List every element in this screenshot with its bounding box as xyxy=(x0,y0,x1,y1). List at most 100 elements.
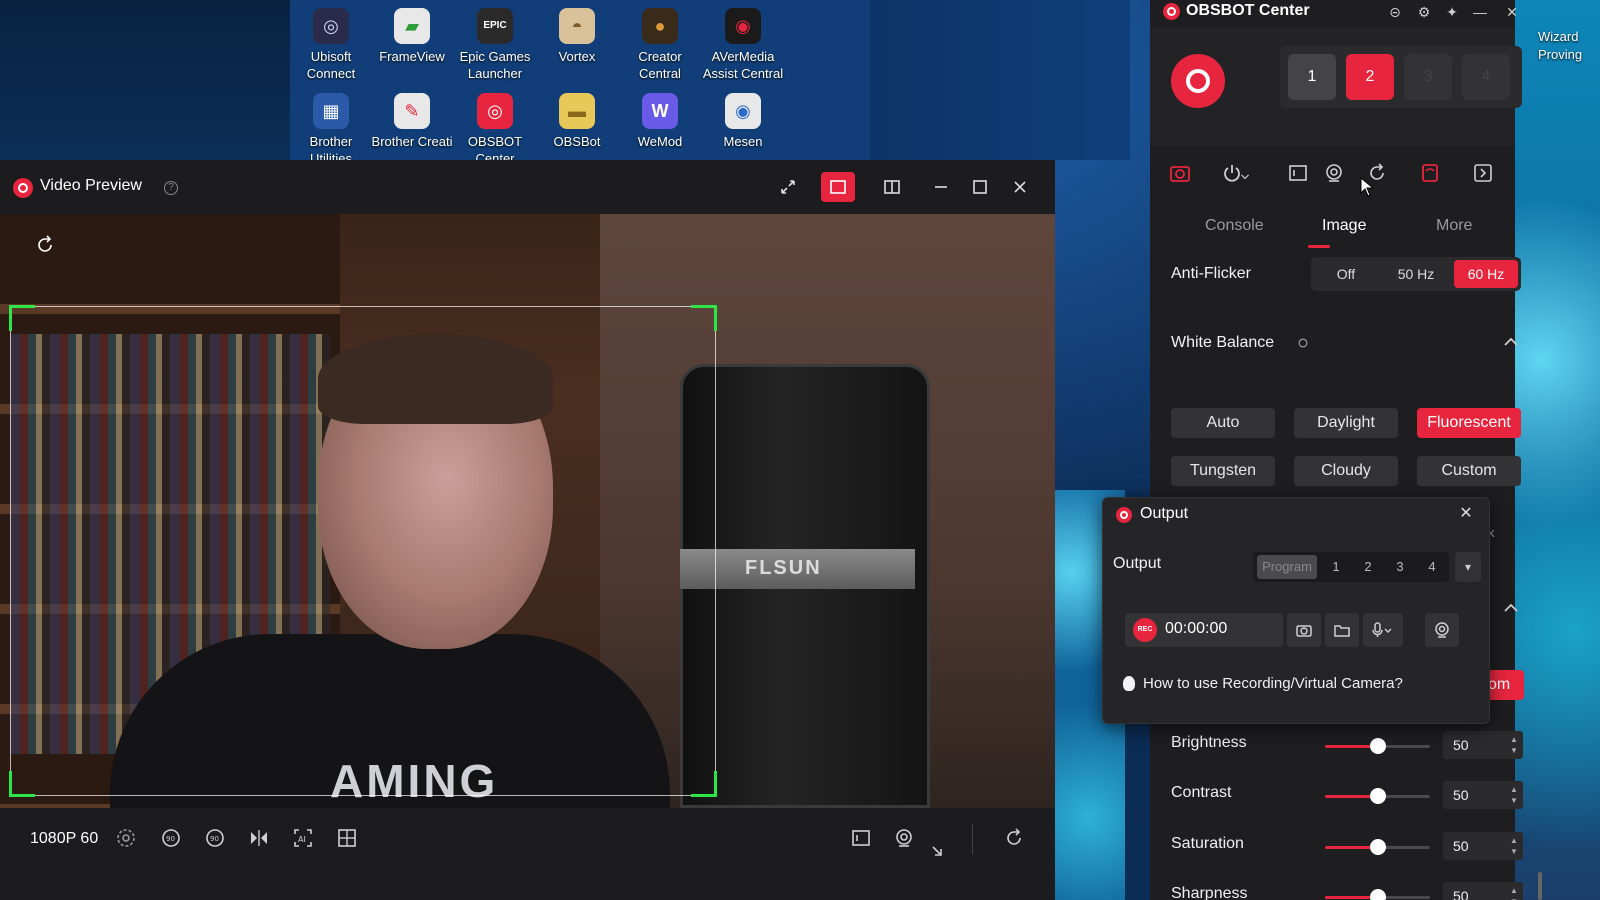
desktop-icon[interactable]: ◓ Vortex xyxy=(536,0,618,65)
virtual-camera-icon[interactable] xyxy=(1321,160,1347,186)
feedback-icon[interactable]: ⊝ xyxy=(1385,2,1405,22)
tab-console[interactable]: Console xyxy=(1205,217,1264,235)
split-view-button[interactable] xyxy=(875,172,909,202)
slider-track[interactable] xyxy=(1325,738,1430,754)
slider-knob[interactable] xyxy=(1369,889,1386,900)
wb-tungsten-button[interactable]: Tungsten xyxy=(1171,456,1275,486)
output-program[interactable]: Program xyxy=(1257,555,1317,579)
slider-knob[interactable] xyxy=(1369,788,1386,804)
desktop-icon[interactable]: ◉ Mesen xyxy=(702,85,784,150)
rotate-right-icon[interactable]: 90 xyxy=(199,822,231,854)
slot-2-button[interactable]: 2 xyxy=(1346,54,1394,100)
desktop-icon[interactable]: ◎ Ubisoft Connect xyxy=(290,0,372,82)
maximize-button[interactable] xyxy=(963,172,997,202)
anti-flicker-50hz[interactable]: 50 Hz xyxy=(1384,260,1448,288)
chevron-down-icon[interactable] xyxy=(1238,170,1252,184)
scrollbar-thumb[interactable] xyxy=(1538,872,1542,900)
gear-icon[interactable]: ⚙ xyxy=(1414,2,1434,22)
collapse-panel-icon[interactable] xyxy=(1470,160,1496,186)
desktop-icon[interactable]: ▬ OBSBot xyxy=(536,85,618,150)
ai-frame-icon[interactable]: AI xyxy=(287,822,319,854)
record-panel-icon[interactable] xyxy=(1285,160,1311,186)
desktop-icon[interactable]: ▦ Brother Utilities xyxy=(290,85,372,167)
tab-image[interactable]: Image xyxy=(1322,217,1366,235)
minimize-icon[interactable]: — xyxy=(1470,2,1490,22)
slider-track[interactable] xyxy=(1325,889,1430,900)
rotate-left-icon[interactable]: 90 xyxy=(155,822,187,854)
stepper-arrows-icon[interactable]: ▲▼ xyxy=(1509,784,1519,806)
record-button[interactable]: REC 00:00:00 xyxy=(1125,613,1283,647)
virtual-camera-icon[interactable] xyxy=(888,822,920,854)
slot-1-button[interactable]: 1 xyxy=(1288,54,1336,100)
single-view-button[interactable] xyxy=(821,172,855,202)
wb-fluorescent-button[interactable]: Fluorescent xyxy=(1417,408,1521,438)
desktop-icon-label: WeMod xyxy=(637,134,683,149)
close-button[interactable] xyxy=(1003,172,1037,202)
close-icon[interactable]: ✕ xyxy=(1455,503,1477,525)
snapshot-camera-icon[interactable] xyxy=(1167,160,1193,186)
anti-flicker-60hz[interactable]: 60 Hz xyxy=(1454,260,1518,288)
slider-track[interactable] xyxy=(1325,839,1430,855)
tab-more[interactable]: More xyxy=(1436,217,1472,235)
reset-view-icon[interactable] xyxy=(34,234,56,256)
minimize-button[interactable] xyxy=(924,172,958,202)
slider-knob[interactable] xyxy=(1369,738,1386,754)
virtual-camera-button[interactable] xyxy=(1425,613,1459,647)
record-panel-icon[interactable] xyxy=(845,822,877,854)
stepper-arrows-icon[interactable]: ▲▼ xyxy=(1509,835,1519,857)
settings-gear-icon[interactable] xyxy=(110,822,142,854)
stepper-arrows-icon[interactable]: ▲▼ xyxy=(1509,734,1519,756)
slider-value-input[interactable]: 50 ▲▼ xyxy=(1443,832,1523,860)
help-icon[interactable]: ? xyxy=(164,181,178,195)
wb-daylight-button[interactable]: Daylight xyxy=(1294,408,1398,438)
wb-cloudy-button[interactable]: Cloudy xyxy=(1294,456,1398,486)
fullscreen-button[interactable] xyxy=(771,172,805,202)
slider-value-input[interactable]: 50 ▲▼ xyxy=(1443,731,1523,759)
output-3[interactable]: 3 xyxy=(1385,555,1415,579)
partial-custom-button[interactable]: om xyxy=(1488,670,1524,700)
reset-white-balance-icon[interactable] xyxy=(1296,336,1314,354)
desktop-icon[interactable]: ● Creator Central xyxy=(619,0,701,82)
slider-track[interactable] xyxy=(1325,788,1430,804)
sleep-mode-icon[interactable] xyxy=(1417,160,1443,186)
slider-value-input[interactable]: 50 ▲▼ xyxy=(1443,781,1523,809)
output-2[interactable]: 2 xyxy=(1353,555,1383,579)
desktop-icon[interactable]: ◉ AVerMedia Assist Central xyxy=(702,0,784,82)
wb-custom-button[interactable]: Custom xyxy=(1417,456,1521,486)
anti-flicker-off[interactable]: Off xyxy=(1314,260,1378,288)
desktop-icon[interactable]: ▰ FrameView xyxy=(371,0,453,65)
open-folder-button[interactable] xyxy=(1325,613,1359,647)
mouse-cursor-icon xyxy=(1360,177,1374,197)
slider-value-input[interactable]: 50 ▲▼ xyxy=(1443,882,1523,900)
reset-icon[interactable] xyxy=(998,822,1030,854)
output-1[interactable]: 1 xyxy=(1321,555,1351,579)
desktop-icon[interactable]: ◎ OBSBOT Center xyxy=(454,85,536,167)
desktop-icon-wizard[interactable]: Wizard Proving xyxy=(1538,28,1600,64)
stepper-arrows-icon[interactable]: ▲▼ xyxy=(1509,885,1519,900)
expand-corner-icon[interactable] xyxy=(922,836,954,868)
wb-auto-button[interactable]: Auto xyxy=(1171,408,1275,438)
recording-help-link[interactable]: How to use Recording/Virtual Camera? xyxy=(1143,675,1403,692)
output-4[interactable]: 4 xyxy=(1417,555,1447,579)
resolution-label[interactable]: 1080P 60 xyxy=(30,830,98,848)
desktop-icon[interactable]: EPIC Epic Games Launcher xyxy=(454,0,536,82)
grid-icon[interactable] xyxy=(331,822,363,854)
video-feed[interactable]: FLSUN AMING xyxy=(0,214,1055,808)
slider-knob[interactable] xyxy=(1369,839,1386,855)
close-icon[interactable]: ✕ xyxy=(1502,2,1522,22)
video-preview-titlebar[interactable]: Video Preview ? xyxy=(0,160,1055,214)
slot-3-button[interactable]: 3 xyxy=(1404,54,1452,100)
desktop-icon[interactable]: W WeMod xyxy=(619,85,701,150)
chevron-up-icon[interactable] xyxy=(1502,599,1520,617)
microphone-button[interactable] xyxy=(1363,613,1403,647)
mirror-icon[interactable] xyxy=(243,822,275,854)
slot-4-button[interactable]: 4 xyxy=(1462,54,1510,100)
obsbot-titlebar[interactable]: OBSBOT Center ⊝ ⚙ ✦ — ✕ xyxy=(1150,0,1518,28)
chevron-up-icon[interactable] xyxy=(1502,333,1520,351)
chevron-down-icon[interactable]: ▾ xyxy=(1455,552,1481,582)
device-header: 1 2 3 4 xyxy=(1150,28,1522,146)
device-logo-icon[interactable] xyxy=(1171,54,1225,108)
snapshot-button[interactable] xyxy=(1287,613,1321,647)
pin-icon[interactable]: ✦ xyxy=(1442,2,1462,22)
desktop-icon[interactable]: ✎ Brother Creati xyxy=(371,85,453,150)
